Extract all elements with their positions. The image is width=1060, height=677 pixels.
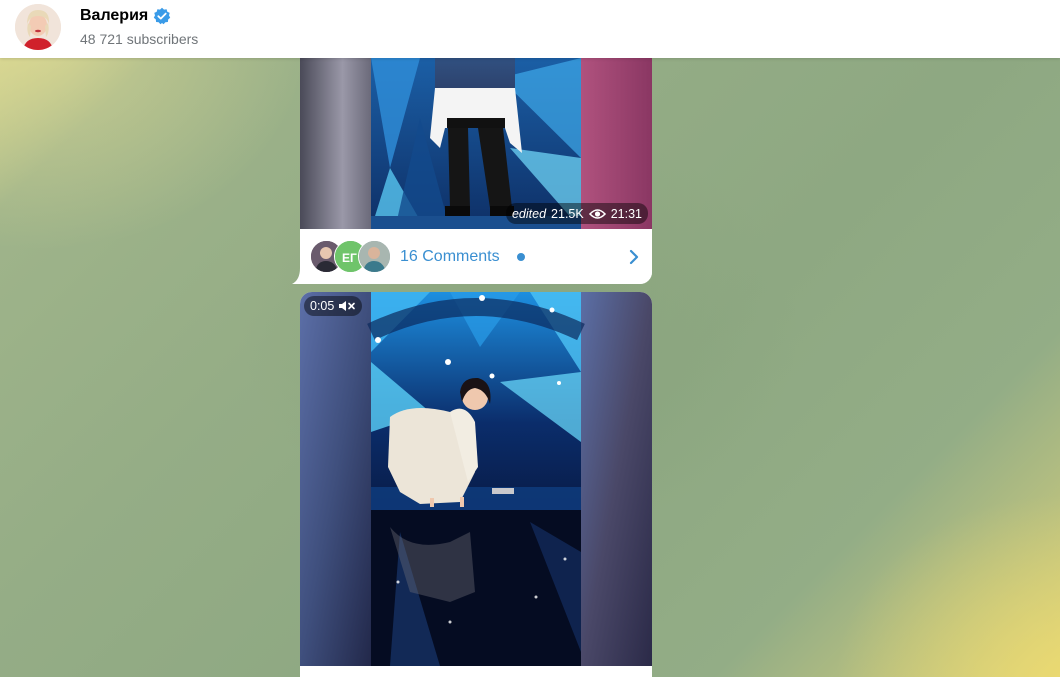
svg-text:ЕГ: ЕГ (342, 251, 357, 265)
view-count: 21.5K (551, 206, 584, 221)
commenter-avatars: ЕГ (310, 240, 391, 273)
edited-label: edited (511, 206, 547, 221)
video-duration: 0:05 (310, 299, 335, 313)
post-time: 21:31 (610, 206, 642, 221)
verified-badge-icon (153, 7, 171, 25)
message-bubble[interactable]: edited 21.5K 21:31 ЕГ 16 Comments (300, 58, 652, 284)
muted-speaker-icon[interactable] (338, 300, 356, 312)
chevron-right-icon (628, 248, 640, 266)
video-duration-badge[interactable]: 0:05 (304, 296, 363, 316)
post-media-image[interactable]: edited 21.5K 21:31 (300, 58, 652, 229)
comments-button[interactable]: ЕГ 16 Comments (300, 229, 652, 284)
post-meta: edited 21.5K 21:31 (505, 203, 648, 224)
bubble-tail (292, 268, 304, 284)
unread-dot (517, 253, 525, 261)
comments-count-label: 16 Comments (400, 248, 500, 265)
channel-avatar[interactable] (15, 4, 61, 50)
channel-title[interactable]: Валерия (80, 7, 171, 25)
eye-icon (588, 208, 606, 220)
message-bubble[interactable]: 0:05 (300, 292, 652, 677)
channel-name-text: Валерия (80, 7, 149, 24)
subscriber-count: 48 721 subscribers (80, 31, 199, 47)
commenter-avatar (358, 240, 391, 273)
post-media-video[interactable]: 0:05 (300, 292, 652, 666)
chat-header[interactable]: Валерия 48 721 subscribers (0, 0, 1060, 58)
